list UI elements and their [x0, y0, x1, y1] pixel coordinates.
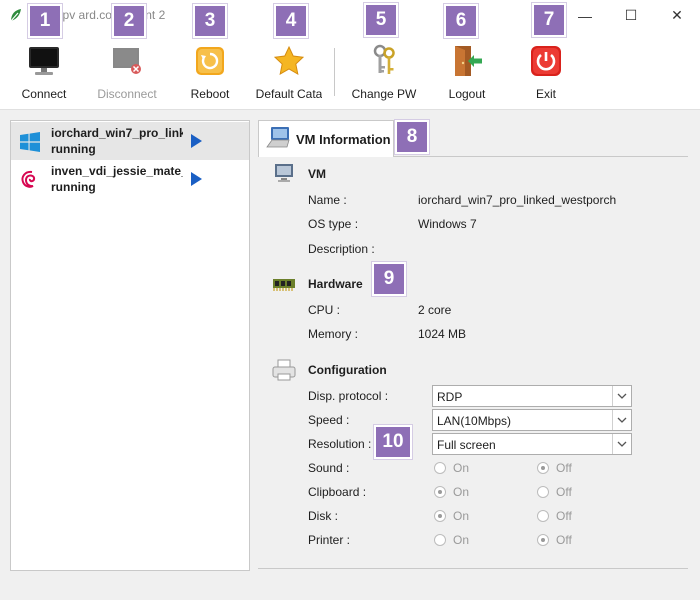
chevron-down-icon — [612, 410, 631, 430]
description-label: Description : — [308, 242, 375, 256]
vm-name: iorchard_win7_pro_linked — [51, 126, 183, 140]
callout-badge: 6 — [444, 4, 478, 38]
star-icon — [271, 43, 307, 79]
windows-logo-icon — [19, 131, 41, 153]
section-configuration-title: Configuration — [308, 363, 387, 377]
power-icon — [528, 43, 564, 79]
memory-label: Memory : — [308, 327, 359, 341]
vm-name: inven_vdi_jessie_mate_v — [51, 164, 183, 178]
toolbar-separator — [334, 48, 335, 96]
callout-badge: 5 — [364, 3, 398, 37]
section-hardware-title: Hardware — [308, 277, 363, 291]
cpu-value: 2 core — [418, 303, 452, 317]
callout-badge: 1 — [28, 4, 62, 38]
callout-badge: 10 — [374, 425, 412, 459]
printer-label: Printer : — [308, 533, 351, 547]
memory-chip-icon — [272, 276, 296, 292]
resolution-label: Resolution : — [308, 437, 372, 451]
debian-logo-icon — [19, 169, 41, 191]
app-leaf-icon — [8, 7, 24, 23]
play-icon[interactable] — [191, 172, 202, 186]
connect-button[interactable]: Connect — [14, 43, 74, 107]
memory-value: 1024 MB — [418, 327, 467, 341]
chevron-down-icon — [612, 434, 631, 454]
vm-state: running — [51, 180, 96, 194]
callout-badge: 9 — [372, 262, 406, 296]
change-pw-button[interactable]: Change PW — [350, 43, 418, 107]
tab-title: VM Information — [296, 132, 391, 147]
logout-icon — [449, 43, 485, 79]
speed-label: Speed : — [308, 413, 350, 427]
disp-protocol-select[interactable]: RDP — [432, 385, 632, 407]
keys-icon — [366, 43, 402, 79]
callout-badge: 2 — [112, 4, 146, 38]
chevron-down-icon — [612, 386, 631, 406]
cpu-label: CPU : — [308, 303, 341, 317]
close-button[interactable]: ✕ — [654, 0, 700, 31]
disk-off-radio[interactable]: Off — [537, 509, 572, 523]
callout-badge: 3 — [193, 4, 227, 38]
callout-badge: 4 — [274, 4, 308, 38]
play-icon[interactable] — [191, 134, 202, 148]
clipboard-on-radio[interactable]: On — [434, 485, 469, 499]
os-type-label: OS type : — [308, 217, 359, 231]
disconnect-icon — [109, 43, 145, 79]
sound-on-radio[interactable]: On — [434, 461, 469, 475]
default-catalog-button[interactable]: Default Cata — [256, 43, 322, 107]
printer-off-radio[interactable]: Off — [537, 533, 572, 547]
panel-divider — [258, 568, 688, 569]
minimize-button[interactable]: — — [562, 0, 608, 31]
printer-on-radio[interactable]: On — [434, 533, 469, 547]
disp-protocol-label: Disp. protocol : — [308, 389, 389, 403]
vm-list: iorchard_win7_pro_linked running inven_v… — [10, 120, 250, 571]
reboot-button[interactable]: Reboot — [184, 43, 236, 107]
callout-badge: 7 — [532, 3, 566, 37]
name-label: Name : — [308, 193, 347, 207]
monitor-small-icon — [273, 163, 295, 183]
reboot-icon — [192, 43, 228, 79]
vm-state: running — [51, 142, 96, 156]
resolution-select[interactable]: Full screen — [432, 433, 632, 455]
section-vm-title: VM — [308, 167, 326, 181]
callout-badge: 8 — [395, 120, 429, 154]
clipboard-label: Clipboard : — [308, 485, 367, 499]
vm-list-item[interactable]: iorchard_win7_pro_linked running — [11, 122, 249, 160]
vm-computer-icon — [265, 125, 293, 151]
name-value: iorchard_win7_pro_linked_westporch — [418, 193, 617, 207]
clipboard-off-radio[interactable]: Off — [537, 485, 572, 499]
logout-button[interactable]: Logout — [442, 43, 492, 107]
speed-select[interactable]: LAN(10Mbps) — [432, 409, 632, 431]
os-type-value: Windows 7 — [418, 217, 477, 231]
disk-on-radio[interactable]: On — [434, 509, 469, 523]
printer-config-icon — [272, 359, 296, 381]
disk-label: Disk : — [308, 509, 338, 523]
exit-button[interactable]: Exit — [526, 43, 566, 107]
sound-off-radio[interactable]: Off — [537, 461, 572, 475]
monitor-icon — [26, 43, 62, 79]
maximize-button[interactable]: ☐ — [608, 0, 654, 31]
vm-list-item[interactable]: inven_vdi_jessie_mate_v running — [11, 160, 249, 198]
sound-label: Sound : — [308, 461, 350, 475]
disconnect-button[interactable]: Disconnect — [94, 43, 160, 107]
